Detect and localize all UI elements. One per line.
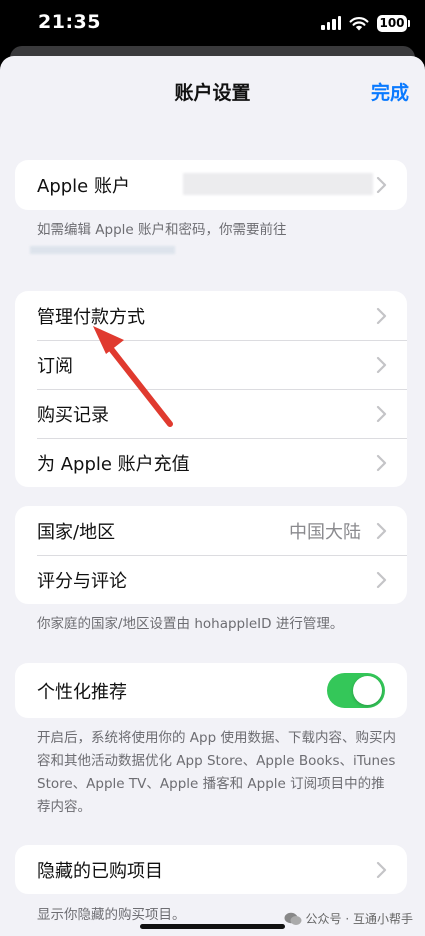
payment-group: 管理付款方式 订阅 购买记录 为 Apple 账户充值 — [15, 291, 407, 487]
battery-icon: 100 — [377, 14, 410, 32]
add-funds-row[interactable]: 为 Apple 账户充值 — [15, 438, 407, 487]
purchase-history-label: 购买记录 — [37, 404, 109, 426]
account-settings-sheet: 账户设置 完成 Apple 账户 如需编辑 Apple 账户和密码，你需要前往 … — [0, 56, 425, 936]
purchase-history-row[interactable]: 购买记录 — [15, 389, 407, 438]
toggle-knob — [353, 676, 382, 705]
apple-account-footer: 如需编辑 Apple 账户和密码，你需要前往 — [37, 222, 287, 238]
chevron-right-icon — [376, 176, 387, 194]
apple-account-label: Apple 账户 — [37, 176, 130, 197]
watermark-text: 公众号 · 互通小帮手 — [305, 912, 413, 926]
subscriptions-row[interactable]: 订阅 — [15, 340, 407, 389]
chevron-right-icon — [376, 356, 387, 373]
apple-account-group: Apple 账户 — [15, 160, 407, 210]
wechat-icon — [284, 912, 302, 925]
apple-account-row[interactable]: Apple 账户 — [15, 160, 407, 210]
country-region-row[interactable]: 国家/地区 中国大陆 — [15, 506, 407, 555]
hidden-purchases-row[interactable]: 隐藏的已购项目 — [15, 845, 407, 894]
chevron-right-icon — [376, 522, 387, 539]
status-icons: 100 — [321, 13, 410, 33]
status-time: 21:35 — [38, 11, 101, 33]
wifi-icon — [349, 16, 369, 30]
add-funds-label: 为 Apple 账户充值 — [37, 453, 190, 475]
subscriptions-label: 订阅 — [37, 355, 73, 377]
redacted-link[interactable] — [30, 246, 175, 254]
personalized-recommendations-row: 个性化推荐 — [15, 663, 407, 718]
country-region-value: 中国大陆 — [289, 521, 361, 543]
ratings-reviews-row[interactable]: 评分与评论 — [15, 555, 407, 604]
chevron-right-icon — [376, 405, 387, 422]
personalized-recommendations-toggle[interactable] — [327, 673, 385, 708]
manage-payment-row[interactable]: 管理付款方式 — [15, 291, 407, 340]
personalization-group: 个性化推荐 — [15, 663, 407, 718]
region-footer: 你家庭的国家/地区设置由 hohappleID 进行管理。 — [37, 616, 344, 632]
manage-payment-label: 管理付款方式 — [37, 306, 145, 328]
ratings-reviews-label: 评分与评论 — [37, 570, 127, 592]
home-indicator[interactable] — [140, 924, 285, 929]
done-button[interactable]: 完成 — [371, 78, 409, 105]
personalized-recommendations-label: 个性化推荐 — [37, 681, 127, 703]
cellular-signal-icon — [321, 16, 341, 30]
hidden-purchases-group: 隐藏的已购项目 — [15, 845, 407, 894]
chevron-right-icon — [376, 454, 387, 471]
region-group: 国家/地区 中国大陆 评分与评论 — [15, 506, 407, 604]
status-bar: 21:35 100 — [0, 0, 425, 46]
country-region-label: 国家/地区 — [37, 521, 116, 543]
redacted-account-id — [183, 173, 373, 195]
watermark: 公众号 · 互通小帮手 — [284, 910, 413, 927]
chevron-right-icon — [376, 307, 387, 324]
chevron-right-icon — [376, 861, 387, 878]
hidden-purchases-label: 隐藏的已购项目 — [37, 860, 163, 882]
chevron-right-icon — [376, 571, 387, 588]
page-title: 账户设置 — [174, 82, 251, 104]
personalization-footer: 开启后，系统将使用你的 App 使用数据、下载内容、购买内容和其他活动数据优化 … — [37, 730, 396, 815]
